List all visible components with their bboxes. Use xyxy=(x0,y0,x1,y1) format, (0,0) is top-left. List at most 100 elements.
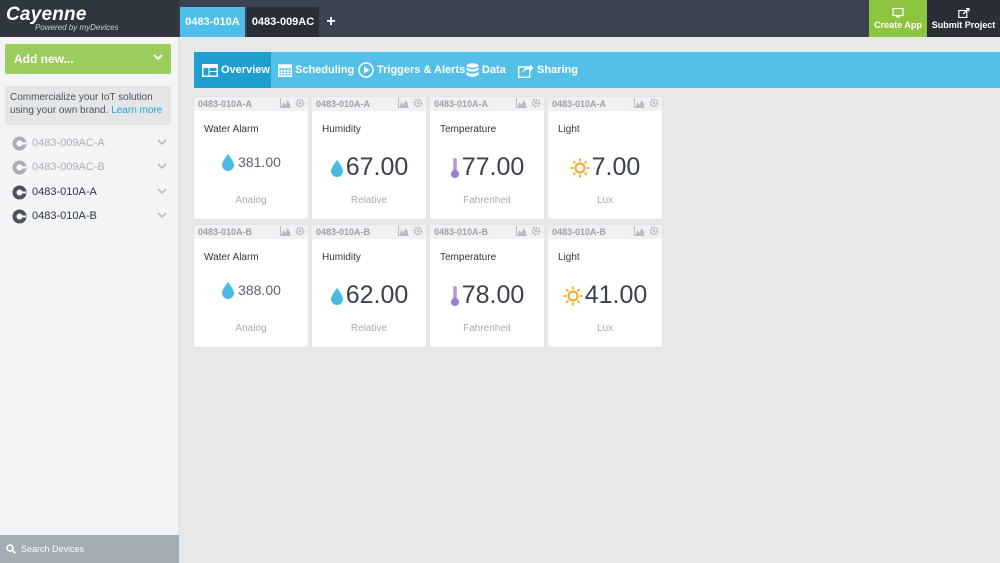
search-devices-label: Search Devices xyxy=(21,544,85,554)
widget-header: 0483-010A-A xyxy=(194,97,308,111)
section-nav: Overview Scheduling Triggers & Alerts Da… xyxy=(194,52,1000,88)
widget-card[interactable]: 0483-010A-B Water Alarm 388.00 Analog xyxy=(194,225,308,347)
widget-value: 67.00 xyxy=(345,153,409,181)
widget-header: 0483-010A-B xyxy=(312,225,426,239)
sidebar-item-label: 0483-010A-A xyxy=(32,186,97,198)
chart-icon[interactable] xyxy=(280,226,291,236)
widget-value: 381.00 xyxy=(238,154,281,170)
chart-icon[interactable] xyxy=(634,98,645,108)
promo-box: Commercialize your IoT solution using yo… xyxy=(5,86,171,125)
chart-icon[interactable] xyxy=(516,226,527,236)
water-drop-icon xyxy=(330,287,344,305)
calendar-icon xyxy=(278,64,292,77)
monitor-icon xyxy=(892,7,904,17)
widget-title: Humidity xyxy=(322,252,361,263)
widget-card[interactable]: 0483-010A-A Light 7.00 Lux xyxy=(548,97,662,219)
tab-label: Sharing xyxy=(537,64,578,76)
widget-header: 0483-010A-A xyxy=(312,97,426,111)
widget-value: 388.00 xyxy=(238,282,281,298)
tab-scheduling[interactable]: Scheduling xyxy=(278,52,354,88)
add-tab-button[interactable]: + xyxy=(320,7,342,37)
gear-icon[interactable] xyxy=(531,226,541,236)
thermometer-icon xyxy=(450,285,460,307)
brand-logo[interactable]: Cayenne Powered by myDevices xyxy=(0,0,179,37)
widget-value: 41.00 xyxy=(584,281,648,309)
widget-unit: Analog xyxy=(235,323,267,334)
widget-unit: Fahrenheit xyxy=(463,323,511,334)
share-icon xyxy=(518,64,534,78)
device-icon xyxy=(12,136,27,150)
chart-icon[interactable] xyxy=(516,98,527,108)
tab-data[interactable]: Data xyxy=(466,52,506,88)
widget-header: 0483-010A-B xyxy=(194,225,308,239)
tab-0483-009ac[interactable]: 0483-009AC xyxy=(247,7,319,37)
widget-device-id: 0483-010A-A xyxy=(552,99,607,109)
export-icon xyxy=(957,7,970,18)
gear-icon[interactable] xyxy=(649,226,659,236)
sidebar-item-label: 0483-009AC-B xyxy=(32,161,105,173)
widget-header: 0483-010A-A xyxy=(430,97,544,111)
widget-value: 62.00 xyxy=(345,281,409,309)
chevron-down-icon[interactable] xyxy=(157,162,167,170)
create-app-button[interactable]: Create App xyxy=(869,0,927,37)
tab-triggers-alerts[interactable]: Triggers & Alerts xyxy=(358,52,465,88)
widget-header: 0483-010A-B xyxy=(548,225,662,239)
widget-card[interactable]: 0483-010A-A Temperature 77.00 Fahrenheit xyxy=(430,97,544,219)
learn-more-link[interactable]: Learn more xyxy=(111,105,162,116)
sidebar: Add new... Commercialize your IoT soluti… xyxy=(0,37,179,563)
tab-sharing[interactable]: Sharing xyxy=(518,52,578,88)
tab-overview[interactable]: Overview xyxy=(194,52,271,88)
thermometer-icon xyxy=(450,157,460,179)
chevron-down-icon[interactable] xyxy=(157,211,167,219)
tab-label: Data xyxy=(482,64,506,76)
widget-card[interactable]: 0483-010A-B Temperature 78.00 Fahrenheit xyxy=(430,225,544,347)
chart-icon[interactable] xyxy=(280,98,291,108)
widget-device-id: 0483-010A-A xyxy=(198,99,253,109)
water-drop-icon xyxy=(330,159,344,177)
widget-device-id: 0483-010A-B xyxy=(198,227,253,237)
widget-card[interactable]: 0483-010A-B Light 41.00 Lux xyxy=(548,225,662,347)
gear-icon[interactable] xyxy=(295,98,305,108)
widget-card[interactable]: 0483-010A-A Humidity 67.00 Relative xyxy=(312,97,426,219)
search-devices-bar[interactable]: Search Devices xyxy=(0,535,179,563)
sidebar-item-0483-010a-a[interactable]: 0483-010A-A xyxy=(12,184,170,200)
gear-icon[interactable] xyxy=(649,98,659,108)
gear-icon[interactable] xyxy=(413,98,423,108)
widget-unit: Relative xyxy=(350,323,388,334)
tab-0483-010a[interactable]: 0483-010A xyxy=(180,7,245,37)
widget-device-id: 0483-010A-B xyxy=(316,227,371,237)
chevron-down-icon[interactable] xyxy=(157,138,167,146)
gear-icon[interactable] xyxy=(295,226,305,236)
widget-unit: Lux xyxy=(596,195,614,206)
submit-project-label: Submit Project xyxy=(931,19,996,30)
add-new-button[interactable]: Add new... xyxy=(5,44,171,74)
chart-icon[interactable] xyxy=(634,226,645,236)
chart-icon[interactable] xyxy=(398,98,409,108)
sidebar-item-0483-009ac-a[interactable]: 0483-009AC-A xyxy=(12,135,170,151)
sidebar-item-0483-010a-b[interactable]: 0483-010A-B xyxy=(12,208,170,224)
chart-icon[interactable] xyxy=(398,226,409,236)
chevron-down-icon[interactable] xyxy=(157,187,167,195)
gear-icon[interactable] xyxy=(413,226,423,236)
widget-card[interactable]: 0483-010A-A Water Alarm 381.00 Analog xyxy=(194,97,308,219)
widget-card[interactable]: 0483-010A-B Humidity 62.00 Relative xyxy=(312,225,426,347)
search-icon xyxy=(6,544,16,554)
tab-label: Triggers & Alerts xyxy=(377,64,466,76)
widget-header: 0483-010A-A xyxy=(548,97,662,111)
gear-icon[interactable] xyxy=(531,98,541,108)
tab-label: Scheduling xyxy=(295,64,355,76)
widget-value: 7.00 xyxy=(591,153,641,181)
widget-title: Light xyxy=(558,252,580,263)
submit-project-button[interactable]: Submit Project xyxy=(927,0,1000,37)
tab-label: Overview xyxy=(221,64,270,76)
widget-value: 78.00 xyxy=(461,281,525,309)
widget-title: Light xyxy=(558,124,580,135)
widget-unit: Analog xyxy=(235,195,267,206)
sidebar-item-0483-009ac-b[interactable]: 0483-009AC-B xyxy=(12,159,170,175)
create-app-label: Create App xyxy=(874,19,922,30)
widget-header: 0483-010A-B xyxy=(430,225,544,239)
widget-title: Temperature xyxy=(440,124,497,135)
sun-icon xyxy=(570,158,590,178)
play-icon xyxy=(358,62,374,78)
widget-title: Temperature xyxy=(440,252,497,263)
